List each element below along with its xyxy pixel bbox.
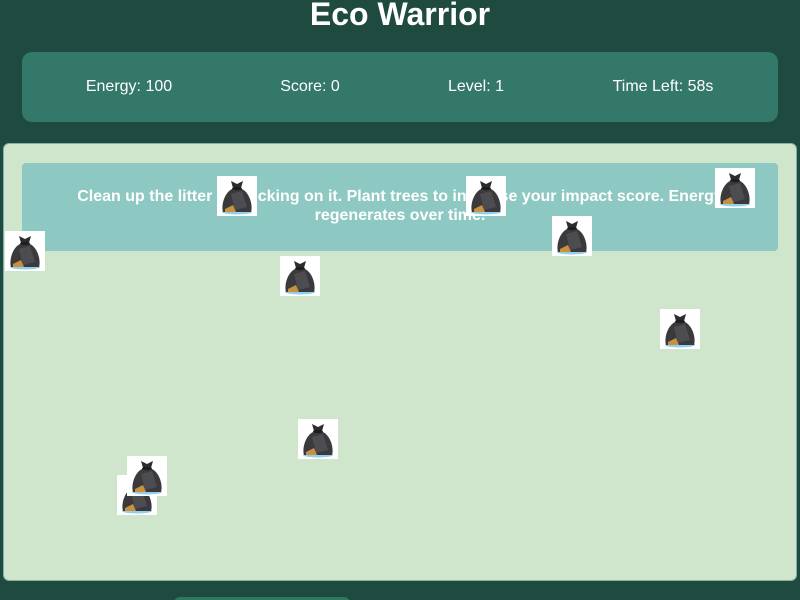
trash-bag-icon xyxy=(298,419,338,459)
litter-item[interactable] xyxy=(280,256,320,296)
time-left-stat: Time Left: 58s xyxy=(612,78,714,95)
instructions-panel: Clean up the litter by clicking on it. P… xyxy=(22,163,778,251)
trash-bag-icon xyxy=(466,176,506,216)
trash-bag-icon xyxy=(552,216,592,256)
litter-item[interactable] xyxy=(217,176,257,216)
score-stat: Score: 0 xyxy=(280,78,340,95)
trash-bag-icon xyxy=(280,256,320,296)
game-page: Eco Warrior Energy: 100 Score: 0 Level: … xyxy=(0,0,800,600)
trash-bag-icon xyxy=(5,231,45,271)
game-title: Eco Warrior xyxy=(309,0,491,32)
trash-bag-icon xyxy=(127,456,167,496)
instructions-text: Clean up the litter by clicking on it. P… xyxy=(77,188,723,224)
trash-bag-icon xyxy=(715,168,755,208)
litter-item[interactable] xyxy=(660,309,700,349)
litter-item[interactable] xyxy=(466,176,506,216)
litter-item[interactable] xyxy=(552,216,592,256)
litter-item[interactable] xyxy=(715,168,755,208)
trash-bag-icon xyxy=(217,176,257,216)
stats-bar: Energy: 100 Score: 0 Level: 1 Time Left:… xyxy=(22,52,778,122)
litter-item[interactable] xyxy=(298,419,338,459)
energy-stat: Energy: 100 xyxy=(85,78,173,95)
trash-bag-icon xyxy=(660,309,700,349)
litter-item[interactable] xyxy=(5,231,45,271)
litter-item[interactable] xyxy=(127,456,167,496)
level-stat: Level: 1 xyxy=(447,78,505,95)
